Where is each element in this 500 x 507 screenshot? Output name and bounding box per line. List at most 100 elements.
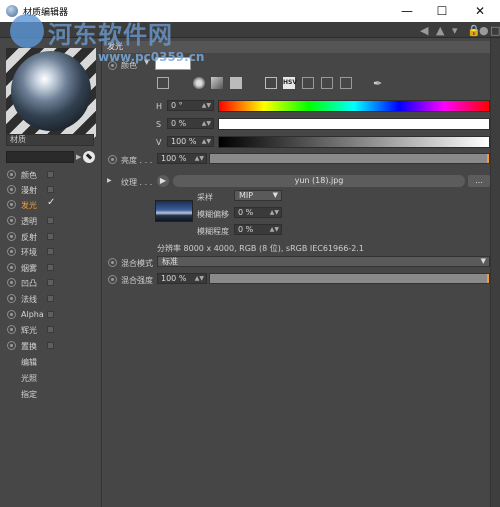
image-icon[interactable] <box>230 77 242 89</box>
pin-icon[interactable]: ● <box>479 24 489 37</box>
texture-expand-icon[interactable]: ▶ <box>107 177 112 184</box>
animate-dot-icon[interactable] <box>7 310 16 319</box>
blur-offset-field[interactable]: 0 % ▲▼ <box>234 207 282 218</box>
channel-luminance[interactable]: 发光 <box>7 198 99 212</box>
sampling-dropdown[interactable]: MIP ▼ <box>234 190 282 201</box>
value-slider[interactable] <box>218 136 490 148</box>
channel-bump[interactable]: 凹凸 <box>7 276 99 290</box>
h-field[interactable]: 0 ° ▲▼ <box>167 100 214 111</box>
s-spinner-icon[interactable]: ▲▼ <box>202 119 211 128</box>
sidebar-item-assign[interactable]: 指定 <box>7 387 99 401</box>
s-field[interactable]: 0 % ▲▼ <box>167 118 214 129</box>
vertical-scrollbar[interactable] <box>490 38 500 507</box>
watermark-logo <box>10 14 44 48</box>
brightness-animate-icon[interactable] <box>108 155 117 164</box>
eyedropper-icon[interactable]: ✒ <box>373 77 385 90</box>
channel-glow[interactable]: 辉光 <box>7 323 99 337</box>
color-picker-icon[interactable] <box>157 77 169 89</box>
blur-offset-value: 0 % <box>238 208 254 217</box>
channel-checkbox[interactable] <box>47 171 54 178</box>
animate-dot-icon[interactable] <box>7 170 16 179</box>
brightness-slider[interactable] <box>209 153 490 164</box>
animate-dot-icon[interactable] <box>7 294 16 303</box>
channel-label: 辉光 <box>21 326 37 335</box>
blur-scale-spinner-icon[interactable]: ▲▼ <box>270 225 279 234</box>
v-field[interactable]: 100 % ▲▼ <box>167 136 214 147</box>
blur-scale-value: 0 % <box>238 225 254 234</box>
hsv-mode-button[interactable]: HSV <box>283 77 297 89</box>
channel-transparency[interactable]: 透明 <box>7 214 99 228</box>
spectrum-icon[interactable] <box>211 77 223 89</box>
hue-slider[interactable] <box>218 100 490 112</box>
texture-menu-button[interactable]: ▶ <box>157 175 169 187</box>
animate-dot-icon[interactable] <box>7 232 16 241</box>
maximize-button[interactable]: ☐ <box>427 2 457 20</box>
material-preview[interactable] <box>6 48 96 138</box>
channel-checkbox[interactable] <box>47 186 54 193</box>
blur-scale-field[interactable]: 0 % ▲▼ <box>234 224 282 235</box>
channel-displacement[interactable]: 置换 <box>7 339 99 353</box>
animate-dot-icon[interactable] <box>7 216 16 225</box>
channel-checkbox[interactable] <box>47 311 54 318</box>
channel-checkbox[interactable] <box>47 342 54 349</box>
mix-strength-slider[interactable] <box>209 273 490 284</box>
channel-reflectance[interactable]: 反射 <box>7 230 99 244</box>
h-spinner-icon[interactable]: ▲▼ <box>202 101 211 110</box>
slider-knob[interactable] <box>487 154 489 163</box>
mix-mode-animate-icon[interactable] <box>108 258 117 267</box>
blur-offset-spinner-icon[interactable]: ▲▼ <box>270 208 279 217</box>
channel-checkbox[interactable] <box>47 326 54 333</box>
rgb-mode-icon[interactable] <box>265 77 277 89</box>
channel-filter-input[interactable] <box>6 151 74 163</box>
sidebar-item-illumination[interactable]: 光照 <box>7 371 99 385</box>
animate-dot-icon[interactable] <box>7 200 16 209</box>
brightness-field[interactable]: 100 % ▲▼ <box>157 153 207 164</box>
mix-strength-animate-icon[interactable] <box>108 275 117 284</box>
animate-dot-icon[interactable] <box>7 278 16 287</box>
sort-icon[interactable]: ▾ <box>452 24 458 37</box>
channel-checkbox[interactable] <box>47 264 54 271</box>
texture-browse-button[interactable]: ... <box>468 175 490 187</box>
brightness-spinner-icon[interactable]: ▲▼ <box>195 154 204 163</box>
texture-thumbnail[interactable] <box>155 200 193 222</box>
channel-color[interactable]: 颜色 <box>7 168 99 182</box>
channel-fog[interactable]: 烟雾 <box>7 261 99 275</box>
channel-normal[interactable]: 法线 <box>7 292 99 306</box>
channel-alpha[interactable]: Alpha <box>7 308 99 322</box>
channel-label: 颜色 <box>21 171 37 180</box>
saturation-slider[interactable] <box>218 118 490 130</box>
material-name-field[interactable]: 材质 <box>6 134 94 146</box>
channel-checkbox[interactable] <box>47 217 54 224</box>
channel-checkbox[interactable] <box>47 197 54 204</box>
close-button[interactable]: ✕ <box>465 2 495 20</box>
brightness-label: 亮度 . . . <box>121 156 153 165</box>
swatches-icon[interactable] <box>340 77 352 89</box>
color-wheel-icon[interactable] <box>193 77 205 89</box>
animate-dot-icon[interactable] <box>7 341 16 350</box>
back-arrow-icon[interactable]: ◀ <box>420 24 428 37</box>
new-panel-icon[interactable]: □ <box>490 24 500 37</box>
animate-dot-icon[interactable] <box>7 247 16 256</box>
v-spinner-icon[interactable]: ▲▼ <box>202 137 211 146</box>
slider-knob[interactable] <box>487 274 489 283</box>
sidebar-item-edit[interactable]: 编辑 <box>7 355 99 369</box>
kelvin-mode-icon[interactable] <box>302 77 314 89</box>
minimize-button[interactable]: — <box>392 2 422 20</box>
mix-strength-field[interactable]: 100 % ▲▼ <box>157 273 207 284</box>
mix-mode-dropdown[interactable]: 标准 ▼ <box>157 256 490 267</box>
channel-environment[interactable]: 环境 <box>7 245 99 259</box>
search-icon[interactable] <box>83 151 95 163</box>
up-arrow-icon[interactable]: ▲ <box>436 24 444 37</box>
channel-checkbox[interactable] <box>47 295 54 302</box>
animate-dot-icon[interactable] <box>7 325 16 334</box>
animate-dot-icon[interactable] <box>7 263 16 272</box>
texture-file-button[interactable]: yun (18).jpg <box>173 175 465 187</box>
channel-diffuse[interactable]: 漫射 <box>7 183 99 197</box>
channel-checkbox[interactable] <box>47 279 54 286</box>
filter-arrow-icon[interactable]: ▶ <box>76 153 81 161</box>
animate-dot-icon[interactable] <box>7 185 16 194</box>
channel-checkbox[interactable] <box>47 233 54 240</box>
mix-strength-spinner-icon[interactable]: ▲▼ <box>195 274 204 283</box>
channel-checkbox[interactable] <box>47 248 54 255</box>
mixer-icon[interactable] <box>321 77 333 89</box>
